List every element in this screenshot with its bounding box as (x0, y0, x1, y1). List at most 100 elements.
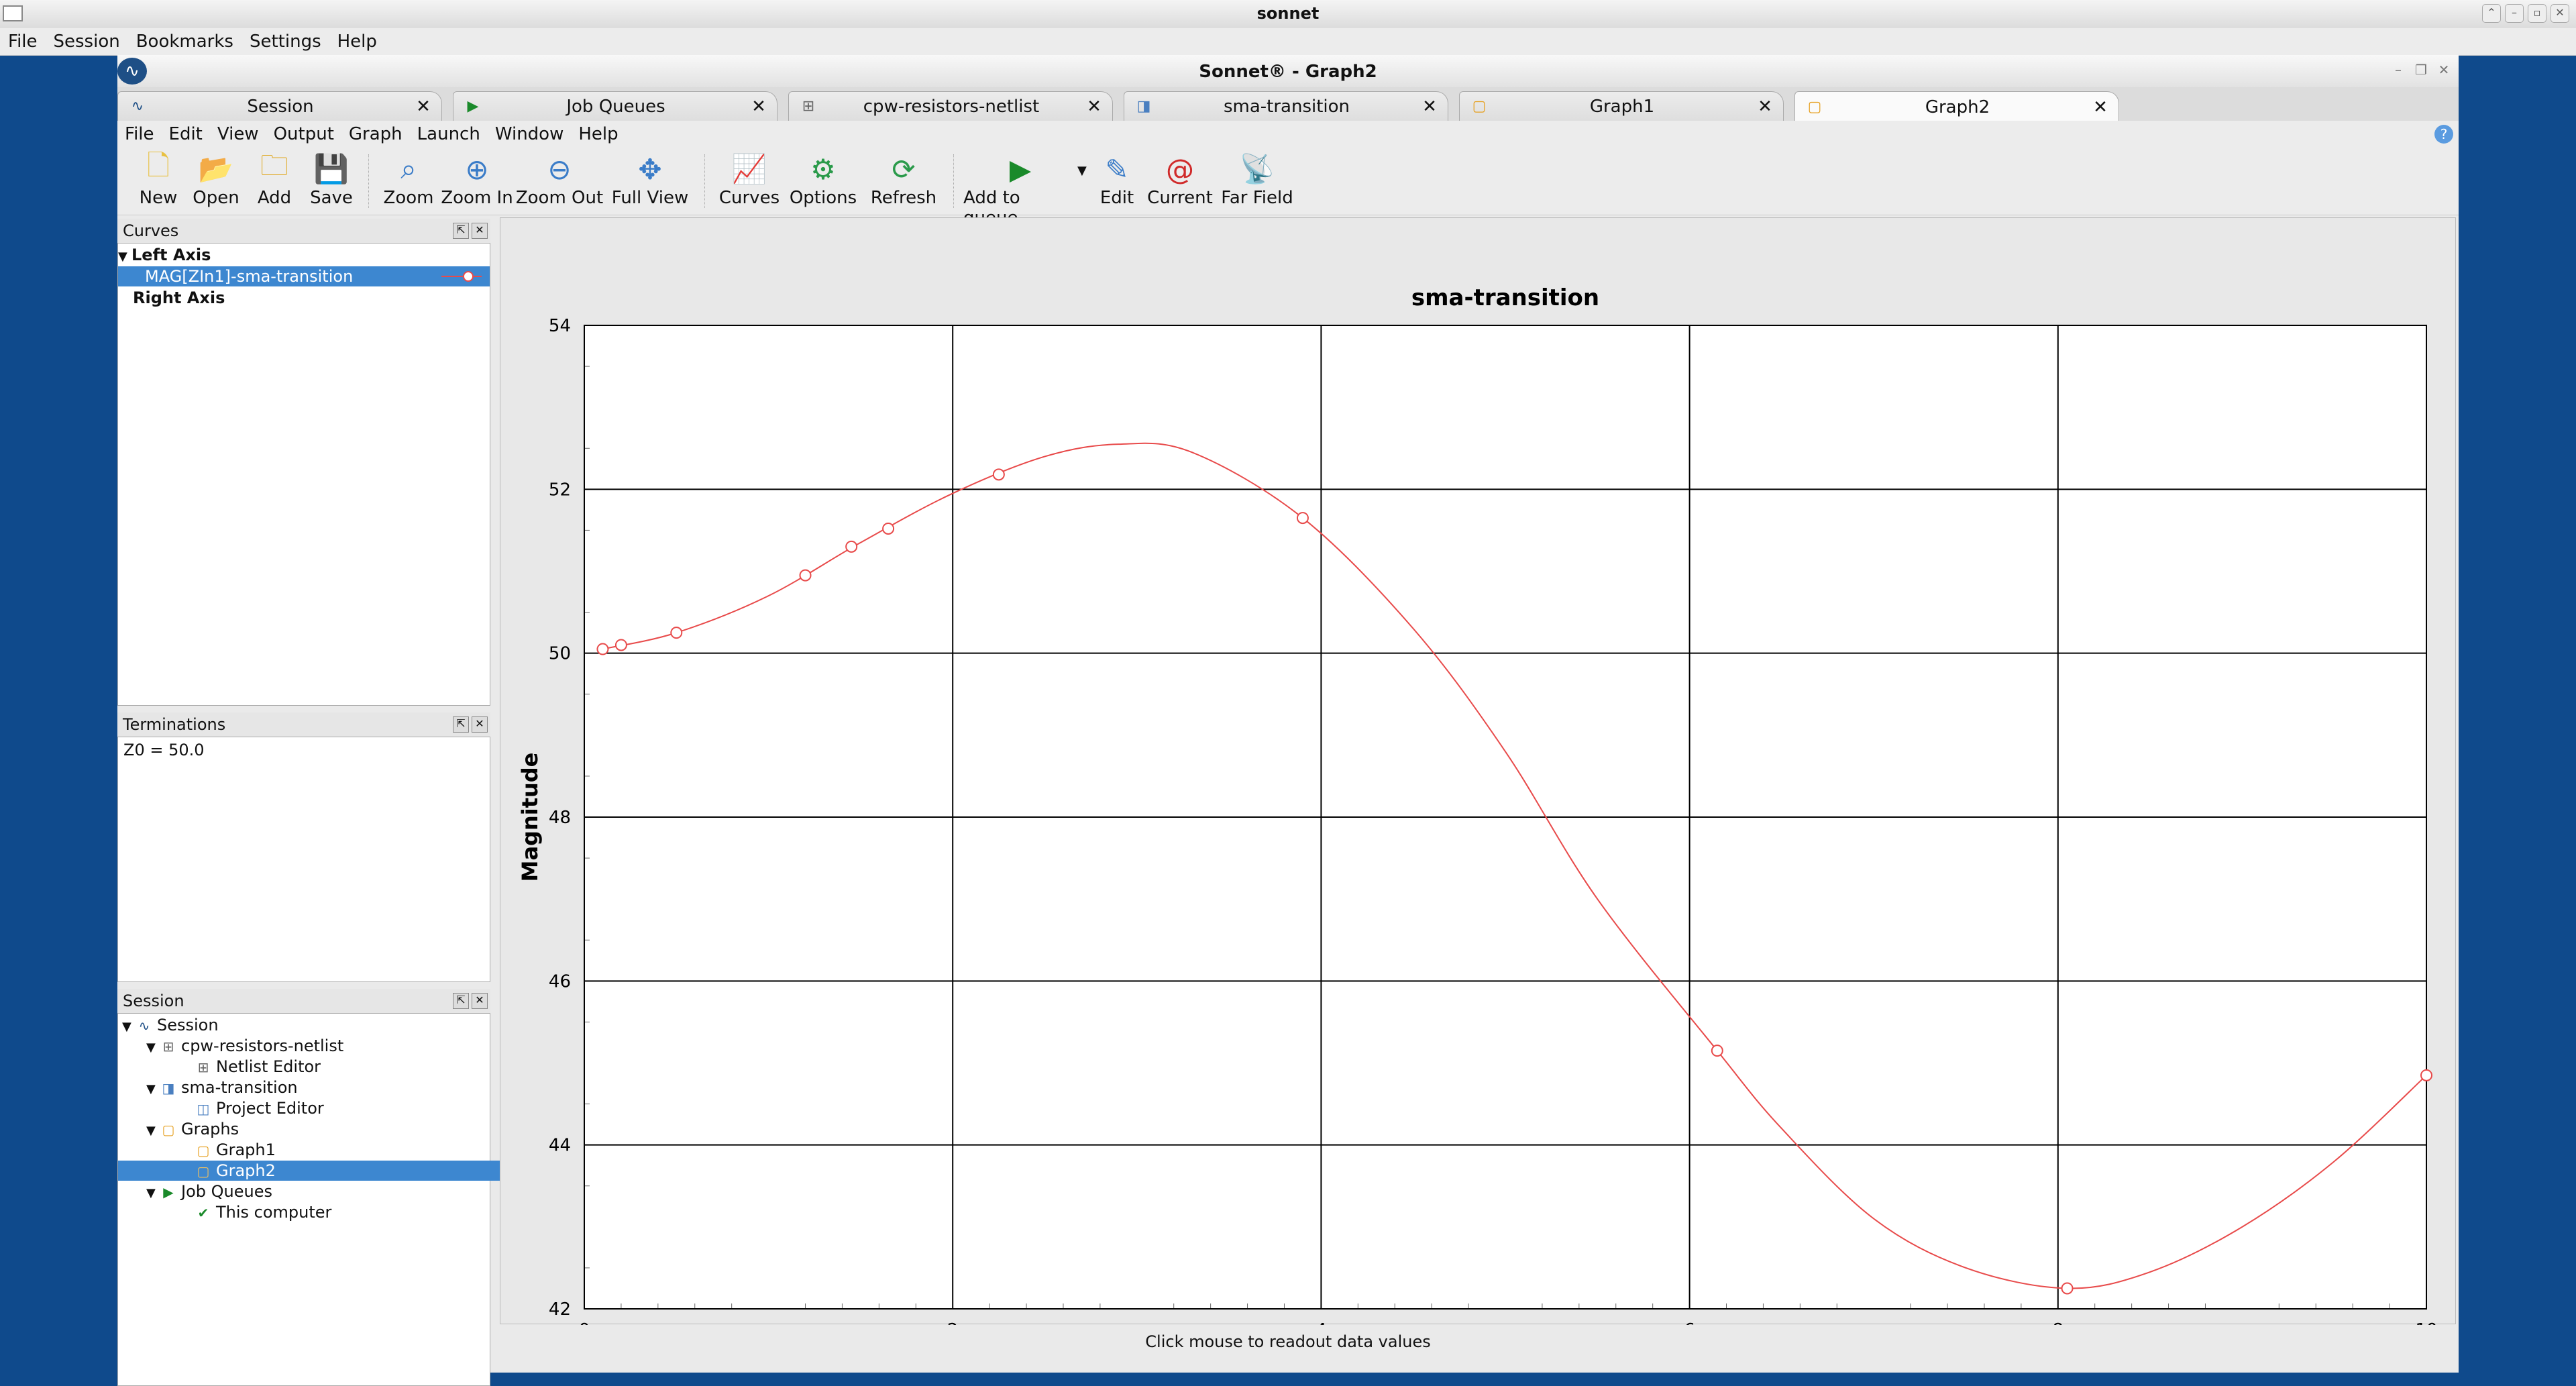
maximize-icon[interactable]: ▫ (2528, 4, 2546, 23)
help-icon[interactable]: ? (2434, 125, 2453, 144)
tool-label: Curves (718, 188, 780, 208)
data-point (670, 627, 683, 639)
curves-button[interactable]: 📈 Curves (714, 148, 784, 209)
menu-output[interactable]: Output (266, 124, 341, 144)
current-spiral-icon: @ (1166, 152, 1194, 186)
tree-graph2[interactable]: ▢ Graph2 (118, 1161, 566, 1181)
expand-icon[interactable]: ▼ (146, 1183, 160, 1204)
panel-title: Session (123, 992, 184, 1010)
edit-icon: ✎ (1105, 152, 1129, 186)
open-folder-icon: 📂 (198, 152, 234, 185)
close-icon[interactable]: ✕ (472, 223, 488, 239)
close-tab-icon[interactable]: ✕ (1755, 97, 1775, 117)
tree-job-queues[interactable]: ▼ ▶ Job Queues (118, 1181, 518, 1202)
os-menu-help[interactable]: Help (329, 32, 385, 52)
menu-edit[interactable]: Edit (162, 124, 210, 144)
data-point (2420, 1069, 2432, 1081)
expand-icon[interactable]: ▼ (118, 247, 131, 267)
chart-title: sma-transition (1411, 284, 1599, 311)
curve-item[interactable]: MAG[ZIn1]-sma-transition (118, 266, 490, 286)
close-icon[interactable]: ✕ (472, 716, 488, 733)
close-icon[interactable]: ✕ (2434, 60, 2453, 79)
undock-icon[interactable]: ⇱ (453, 993, 469, 1009)
curve-label: MAG[ZIn1]-sma-transition (145, 267, 354, 286)
tree-session[interactable]: ▼ ∿ Session (118, 1015, 494, 1035)
far-field-button[interactable]: 📡 Far Field (1217, 148, 1297, 209)
zoom-in-icon: ⊕ (465, 152, 489, 186)
close-tab-icon[interactable]: ✕ (749, 97, 769, 117)
menu-launch[interactable]: Launch (410, 124, 488, 144)
data-point (614, 639, 627, 651)
tree-netlist-editor[interactable]: ⊞ Netlist Editor (118, 1057, 566, 1077)
expand-icon[interactable]: ▼ (146, 1079, 160, 1100)
zoom-out-button[interactable]: ⊖ Zoom Out (515, 148, 604, 209)
expand-icon[interactable]: ▼ (146, 1038, 160, 1058)
refresh-button[interactable]: ⟳ Refresh (862, 148, 945, 209)
options-button[interactable]: ⚙ Options (784, 148, 862, 209)
tab-session[interactable]: ∿ Session ✕ (117, 91, 442, 121)
tree-left-axis[interactable]: ▼ Left Axis (118, 245, 490, 265)
menu-help[interactable]: Help (571, 124, 625, 144)
os-menu-session[interactable]: Session (46, 32, 128, 52)
tab-sma-transition[interactable]: ◨ sma-transition ✕ (1124, 91, 1448, 121)
close-tab-icon[interactable]: ✕ (1084, 97, 1104, 117)
expand-icon[interactable]: ▼ (122, 1017, 136, 1037)
zoom-in-button[interactable]: ⊕ Zoom In (439, 148, 515, 209)
shade-icon[interactable]: ⌃ (2482, 4, 2501, 23)
tree-project-editor[interactable]: ◫ Project Editor (118, 1098, 566, 1118)
status-bar: Click mouse to readout data values (1145, 1332, 1431, 1351)
new-button[interactable]: 🗋 New (131, 148, 186, 209)
tree-graphs[interactable]: ▼ ▢ Graphs (118, 1119, 518, 1139)
tree-cpw-resistors-netlist[interactable]: ▼ ⊞ cpw-resistors-netlist (118, 1036, 518, 1056)
undock-icon[interactable]: ⇱ (453, 716, 469, 733)
minimize-icon[interactable]: – (2389, 60, 2408, 79)
tab-label: Job Queues (566, 96, 665, 117)
tree-this-computer[interactable]: ✔ This computer (118, 1202, 566, 1222)
chevron-down-icon[interactable]: ▼ (1077, 148, 1091, 178)
os-menu-bookmarks[interactable]: Bookmarks (128, 32, 241, 52)
close-icon[interactable]: ✕ (2551, 4, 2569, 23)
restore-icon[interactable]: ❐ (2412, 60, 2430, 79)
close-tab-icon[interactable]: ✕ (413, 97, 433, 117)
tab-graph1[interactable]: ▢ Graph1 ✕ (1459, 91, 1784, 121)
menu-graph[interactable]: Graph (341, 124, 410, 144)
minimize-icon[interactable]: – (2505, 4, 2524, 23)
tree-graph1[interactable]: ▢ Graph1 (118, 1140, 566, 1160)
netlist-icon: ⊞ (162, 1038, 174, 1055)
y-axis-label: Magnitude (517, 753, 543, 882)
menu-view[interactable]: View (210, 124, 266, 144)
os-menu-settings[interactable]: Settings (241, 32, 329, 52)
close-icon[interactable]: ✕ (472, 993, 488, 1009)
close-tab-icon[interactable]: ✕ (1419, 97, 1440, 117)
menu-file[interactable]: File (117, 124, 162, 144)
close-tab-icon[interactable]: ✕ (2090, 97, 2110, 117)
tab-job-queues[interactable]: ▶ Job Queues ✕ (453, 91, 777, 121)
graph-icon: ▢ (1472, 97, 1487, 115)
open-button[interactable]: 📂 Open (186, 148, 246, 209)
graph-view[interactable]: 024681042444648505254sma-transitionFrequ… (500, 217, 2457, 1325)
tab-graph2[interactable]: ▢ Graph2 ✕ (1794, 91, 2119, 122)
chart-svg[interactable]: 024681042444648505254sma-transitionFrequ… (500, 218, 2457, 1325)
tree-sma-transition[interactable]: ▼ ◨ sma-transition (118, 1077, 518, 1098)
undock-icon[interactable]: ⇱ (453, 223, 469, 239)
edit-button[interactable]: ✎ Edit (1091, 148, 1143, 209)
add-button[interactable]: 🗀 Add (246, 148, 303, 209)
check-circle-icon: ✔ (197, 1205, 209, 1221)
app-menubar: File Edit View Output Graph Launch Windo… (117, 121, 2459, 148)
toolbar: 🗋 New 📂 Open 🗀 Add 💾 Save ⌕ Zoom ⊕ Zoom … (117, 148, 2459, 229)
add-to-queue-button[interactable]: ▶ Add to queue (963, 148, 1077, 229)
menu-window[interactable]: Window (488, 124, 572, 144)
zoom-button[interactable]: ⌕ Zoom (378, 148, 439, 209)
tree-label: Graph2 (216, 1161, 276, 1180)
full-view-button[interactable]: ✥ Full View (604, 148, 696, 209)
tool-label: Open (193, 188, 239, 208)
expand-icon[interactable]: ▼ (146, 1121, 160, 1141)
current-button[interactable]: @ Current (1143, 148, 1217, 209)
tab-label: sma-transition (1223, 96, 1350, 117)
em-queue-icon: ▶ (163, 1184, 174, 1200)
tree-right-axis[interactable]: Right Axis (118, 288, 504, 308)
save-button[interactable]: 💾 Save (303, 148, 360, 209)
terminations-panel-header: Terminations ⇱ ✕ (117, 712, 490, 737)
tab-cpw-resistors-netlist[interactable]: ⊞ cpw-resistors-netlist ✕ (788, 91, 1113, 121)
os-menu-file[interactable]: File (0, 32, 46, 52)
